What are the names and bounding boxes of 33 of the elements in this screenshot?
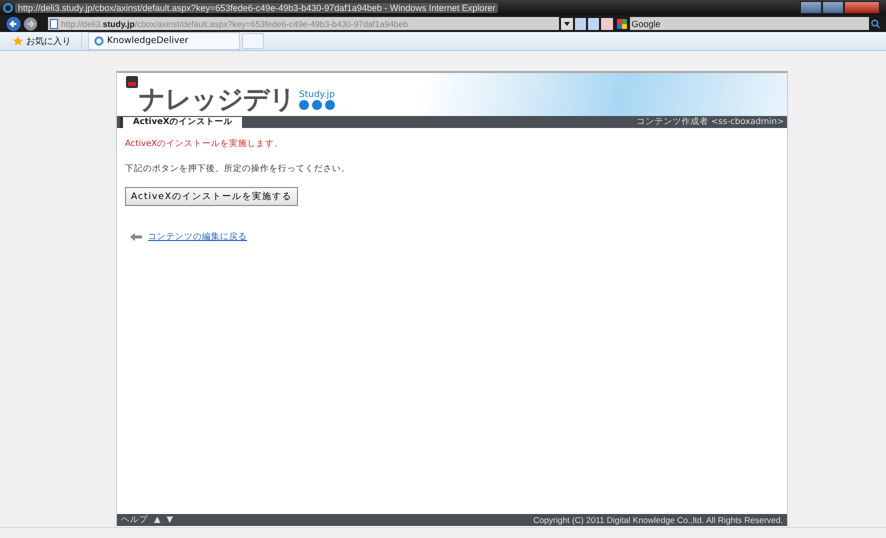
close-button[interactable] (844, 1, 880, 14)
caret-icon (564, 22, 570, 26)
install-button[interactable]: ActiveXのインストールを実施する (125, 187, 298, 206)
maximize-button[interactable] (822, 1, 844, 14)
search-icon[interactable] (870, 18, 880, 28)
scroll-up-button[interactable]: ▲ (154, 515, 161, 525)
back-link[interactable]: コンテンツの編集に戻る (148, 231, 247, 243)
browser-logo-icon (94, 36, 104, 46)
return-arrow-icon (129, 232, 143, 242)
back-button[interactable] (6, 16, 22, 32)
search-field[interactable]: Google (630, 17, 869, 30)
star-icon (13, 36, 23, 46)
browser-tab[interactable]: KnowledgeDeliver (88, 32, 240, 50)
help-link[interactable]: ヘルプ (121, 514, 148, 526)
film-icon (125, 75, 139, 89)
notice-text: ActiveXのインストールを実施します。 (125, 138, 284, 150)
logo-subtitle: Study.jp (299, 90, 335, 100)
user-label: コンテンツ作成者 <ss-cboxadmin> (636, 116, 785, 128)
forward-button[interactable] (23, 16, 38, 32)
favorites-button[interactable]: お気に入り (8, 33, 82, 49)
page-tab[interactable]: ActiveXのインストール (120, 117, 242, 128)
browser-logo-icon (3, 2, 13, 12)
logo-text: ナレッジデリ (139, 84, 295, 116)
copyright-text: Copyright (C) 2011 Digital Knowledge Co.,ltd. All Rights Reserved. (533, 515, 783, 525)
page-icon (50, 18, 58, 28)
minimize-button[interactable] (800, 1, 822, 14)
address-bar[interactable]: http://deli3.study.jp/cbox/axinst/default.aspx?key=653fede6-c49e-49b3-b430-97daf1a94beb (48, 17, 560, 30)
dots-icon (299, 100, 335, 110)
dropdown-button[interactable] (561, 18, 573, 30)
instruction-text: 下記のボタンを押下後、所定の操作を行ってください。 (125, 163, 351, 175)
squares-icon (616, 18, 626, 28)
scroll-down-button[interactable]: ▼ (166, 515, 174, 525)
window-title: http://deli3.study.jp/cbox/axinst/default.aspx?key=653fede6-c49e-49b3-b430-97daf1a94beb - Windows Internet Explorer (15, 2, 498, 12)
